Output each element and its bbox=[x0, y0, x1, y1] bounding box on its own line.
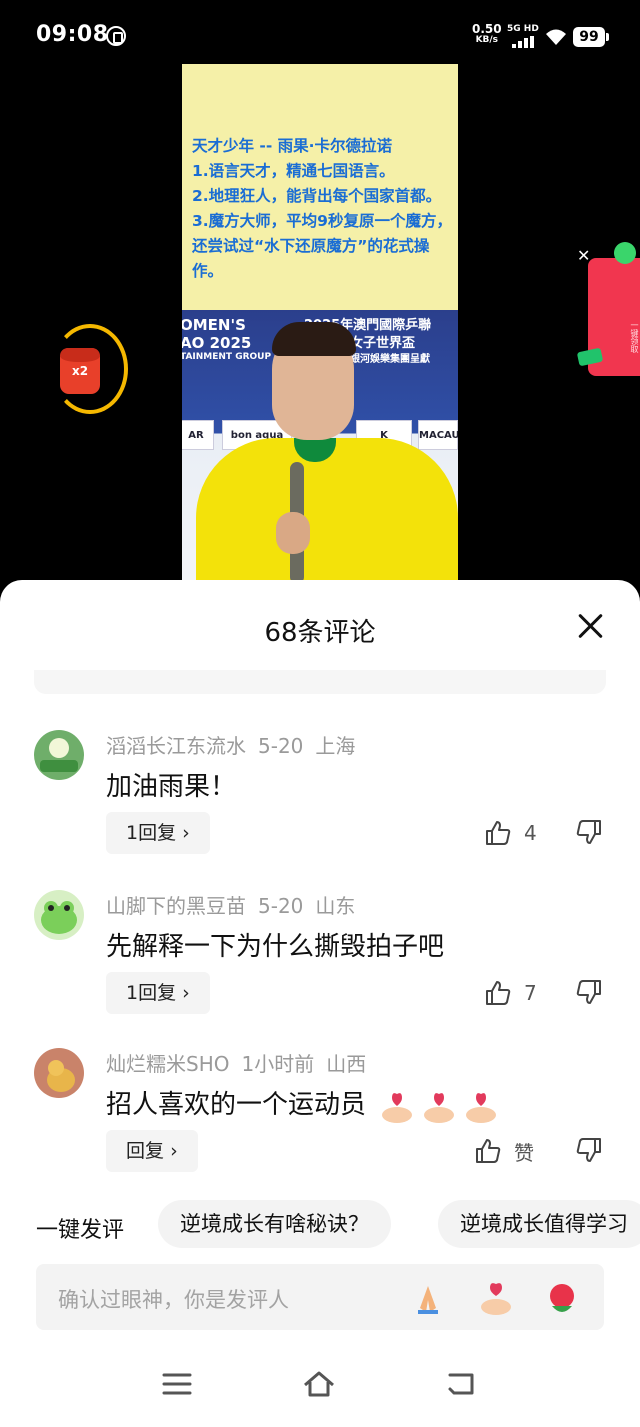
caption-line: 天才少年 -- 雨果·卡尔德拉诺 bbox=[192, 137, 393, 155]
player-hair bbox=[272, 322, 356, 356]
app-indicator-icon bbox=[106, 26, 126, 46]
comment-item: 滔滔长江东流水 5-20 上海 加油雨果！ 1回复 › 4 bbox=[0, 730, 640, 880]
menu-icon[interactable] bbox=[160, 1369, 194, 1399]
network-speed-unit: KB/s bbox=[475, 35, 499, 45]
avatar[interactable] bbox=[34, 890, 84, 940]
quick-comment-chip[interactable]: 逆境成长有啥秘诀？ bbox=[158, 1200, 391, 1248]
battery-icon: 99 bbox=[573, 27, 609, 47]
like-count: 7 bbox=[524, 981, 537, 1005]
comment-date: 1小时前 bbox=[241, 1052, 315, 1076]
system-nav-bar bbox=[0, 1355, 640, 1427]
comment-meta: 山脚下的黑豆苗 5-20 山东 bbox=[106, 890, 367, 919]
wifi-icon bbox=[546, 29, 566, 45]
reply-label: 1回复 bbox=[126, 982, 177, 1004]
like-count: 赞 bbox=[514, 1140, 534, 1165]
backdrop-text: TAINMENT GROUP bbox=[182, 352, 272, 362]
caption-line: 3.魔方大师，平均9秒复原一个魔方，还尝试过“水下还原魔方”的花式操作。 bbox=[192, 212, 452, 280]
comment-input-placeholder: 确认过眼神，你是发评人 bbox=[58, 1288, 289, 1312]
thumb-down-icon bbox=[576, 820, 601, 844]
comment-meta: 滔滔长江东流水 5-20 上海 bbox=[106, 730, 367, 759]
reply-label: 1回复 bbox=[126, 822, 177, 844]
reply-button[interactable]: 回复 › bbox=[106, 1130, 198, 1172]
comment-count-title: 68条评论 bbox=[264, 618, 376, 648]
player-shirt bbox=[196, 438, 458, 584]
collapsed-content-bar bbox=[34, 670, 606, 694]
backdrop-text: OMEN'S bbox=[182, 316, 246, 334]
comment-username[interactable]: 山脚下的黑豆苗 bbox=[106, 894, 246, 918]
thumb-up-icon bbox=[486, 821, 511, 845]
red-packet-icon[interactable]: x2 bbox=[60, 348, 100, 394]
comment-text: 招人喜欢的一个运动员 bbox=[106, 1084, 500, 1124]
finger-heart-emoji bbox=[462, 1088, 500, 1124]
network-type: 5G HD bbox=[507, 24, 539, 34]
backdrop-text: AO 2025 bbox=[182, 334, 252, 352]
sponsor-logo: AR bbox=[182, 420, 214, 450]
comment-text-body: 招人喜欢的一个运动员 bbox=[106, 1090, 367, 1120]
pray-emoji-icon[interactable] bbox=[408, 1278, 448, 1318]
sponsor-logo: MACAU bbox=[418, 420, 458, 450]
video-caption: 天才少年 -- 雨果·卡尔德拉诺 1.语言天才，精通七国语言。 2.地理狂人，能… bbox=[192, 134, 452, 284]
backdrop-text: 銀河娛樂集團呈獻 bbox=[350, 354, 430, 365]
ad-badge-icon bbox=[614, 242, 636, 264]
status-time: 09:08 bbox=[36, 22, 109, 47]
video-scene: OMEN'S AO 2025 TAINMENT GROUP 2025年澳門國際乒… bbox=[182, 310, 458, 584]
comment-date: 5-20 bbox=[258, 894, 304, 918]
dislike-button[interactable] bbox=[575, 818, 603, 846]
thumb-down-icon bbox=[576, 980, 601, 1004]
view-replies-button[interactable]: 1回复 › bbox=[106, 812, 210, 854]
like-button[interactable]: 4 bbox=[484, 816, 537, 850]
finger-heart-emoji bbox=[420, 1088, 458, 1124]
view-replies-button[interactable]: 1回复 › bbox=[106, 972, 210, 1014]
dislike-button[interactable] bbox=[575, 978, 603, 1006]
network-speed: 0.50 KB/s bbox=[472, 22, 502, 46]
comment-date: 5-20 bbox=[258, 734, 304, 758]
avatar[interactable] bbox=[34, 730, 84, 780]
back-icon[interactable] bbox=[444, 1369, 478, 1399]
comment-item: 灿烂糯米SHO 1小时前 山西 招人喜欢的一个运动员 回复 › 赞 bbox=[0, 1048, 640, 1198]
comment-username[interactable]: 灿烂糯米SHO bbox=[106, 1052, 229, 1076]
quick-comment-label: 一键发评 bbox=[36, 1218, 125, 1243]
video-player[interactable]: 天才少年 -- 雨果·卡尔德拉诺 1.语言天才，精通七国语言。 2.地理狂人，能… bbox=[182, 64, 458, 584]
comment-meta: 灿烂糯米SHO 1小时前 山西 bbox=[106, 1048, 378, 1077]
close-icon[interactable] bbox=[574, 610, 606, 642]
chevron-right-icon: › bbox=[182, 982, 190, 1004]
comment-username[interactable]: 滔滔长江东流水 bbox=[106, 734, 246, 758]
backdrop-text: 女子世界盃 bbox=[350, 336, 416, 351]
chevron-right-icon: › bbox=[182, 822, 190, 844]
signal-icon bbox=[512, 36, 536, 48]
caption-line: 1.语言天才，精通七国语言。 bbox=[192, 162, 395, 180]
thumb-down-icon bbox=[576, 1138, 601, 1162]
thumb-up-icon bbox=[486, 981, 511, 1005]
avatar[interactable] bbox=[34, 1048, 84, 1098]
network-speed-value: 0.50 bbox=[472, 22, 502, 36]
like-button[interactable]: 7 bbox=[484, 976, 537, 1010]
quick-comment-chip[interactable]: 逆境成长值得学习 bbox=[438, 1200, 640, 1248]
comment-text: 先解释一下为什么撕毁拍子吧 bbox=[106, 932, 445, 962]
comment-input[interactable]: 确认过眼神，你是发评人 bbox=[36, 1264, 604, 1330]
like-button[interactable]: 赞 bbox=[474, 1134, 534, 1168]
reply-label: 回复 bbox=[126, 1140, 165, 1162]
dislike-button[interactable] bbox=[575, 1136, 603, 1164]
comment-panel: 68条评论 滔滔长江东流水 5-20 上海 加油雨果！ 1回复 › 4 山脚下的黑豆… bbox=[0, 580, 640, 1427]
home-icon[interactable] bbox=[302, 1369, 336, 1399]
finger-heart-emoji bbox=[378, 1088, 416, 1124]
player-hand bbox=[276, 512, 310, 554]
finger-heart-emoji-icon[interactable] bbox=[476, 1278, 516, 1318]
comment-location: 上海 bbox=[315, 734, 356, 758]
caption-line: 2.地理狂人，能背出每个国家首都。 bbox=[192, 187, 442, 205]
comment-text: 加油雨果！ bbox=[106, 772, 237, 802]
thumb-up-icon bbox=[476, 1139, 501, 1163]
like-count: 4 bbox=[524, 821, 537, 845]
chevron-right-icon: › bbox=[170, 1140, 178, 1162]
comment-location: 山西 bbox=[326, 1052, 367, 1076]
comment-item: 山脚下的黑豆苗 5-20 山东 先解释一下为什么撕毁拍子吧 1回复 › 7 bbox=[0, 890, 640, 1040]
rose-emoji-icon[interactable] bbox=[542, 1278, 582, 1318]
comment-location: 山东 bbox=[315, 894, 356, 918]
